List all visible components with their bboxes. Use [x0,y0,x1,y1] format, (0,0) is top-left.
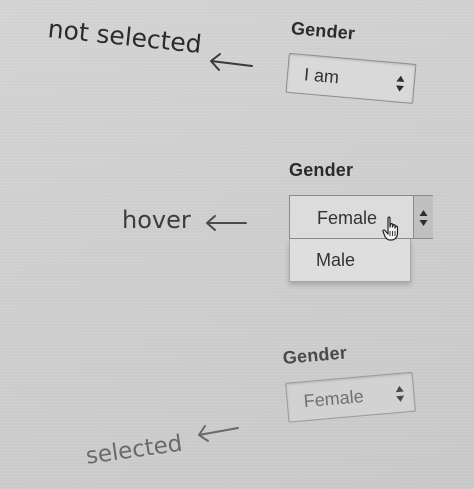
up-down-arrows-icon [419,210,428,226]
arrow-left-icon [198,425,239,442]
option-label: Female [317,208,378,228]
gender-label: Gender [282,342,348,368]
gender-select[interactable]: I am [285,52,417,104]
dropdown-menu: Male [289,239,411,282]
arrow-left-icon [210,53,253,71]
dropdown-option-male[interactable]: Male [290,239,410,281]
gender-dropdown[interactable]: Female Male [289,195,433,282]
annotation-not-selected: not selected [46,14,204,60]
dropdown-option-highlighted[interactable]: Female [289,195,433,241]
arrow-left-icon [206,215,247,231]
gender-field-selected: Gender Female [282,337,417,423]
gender-field-hover: Gender Female Male [289,160,433,282]
dropdown-toggle[interactable] [413,195,433,239]
up-down-arrows-icon [396,75,405,92]
pointer-hand-cursor-icon [382,216,399,241]
gender-label: Gender [289,160,354,180]
gender-label: Gender [290,18,356,44]
select-value: I am [303,64,340,88]
gender-select[interactable]: Female [285,371,417,423]
annotation-hover: hover [122,206,191,234]
select-value: Female [302,386,365,412]
annotation-selected: selected [84,430,184,470]
up-down-arrows-icon [395,385,405,402]
gender-field-not-selected: Gender I am [285,18,419,104]
